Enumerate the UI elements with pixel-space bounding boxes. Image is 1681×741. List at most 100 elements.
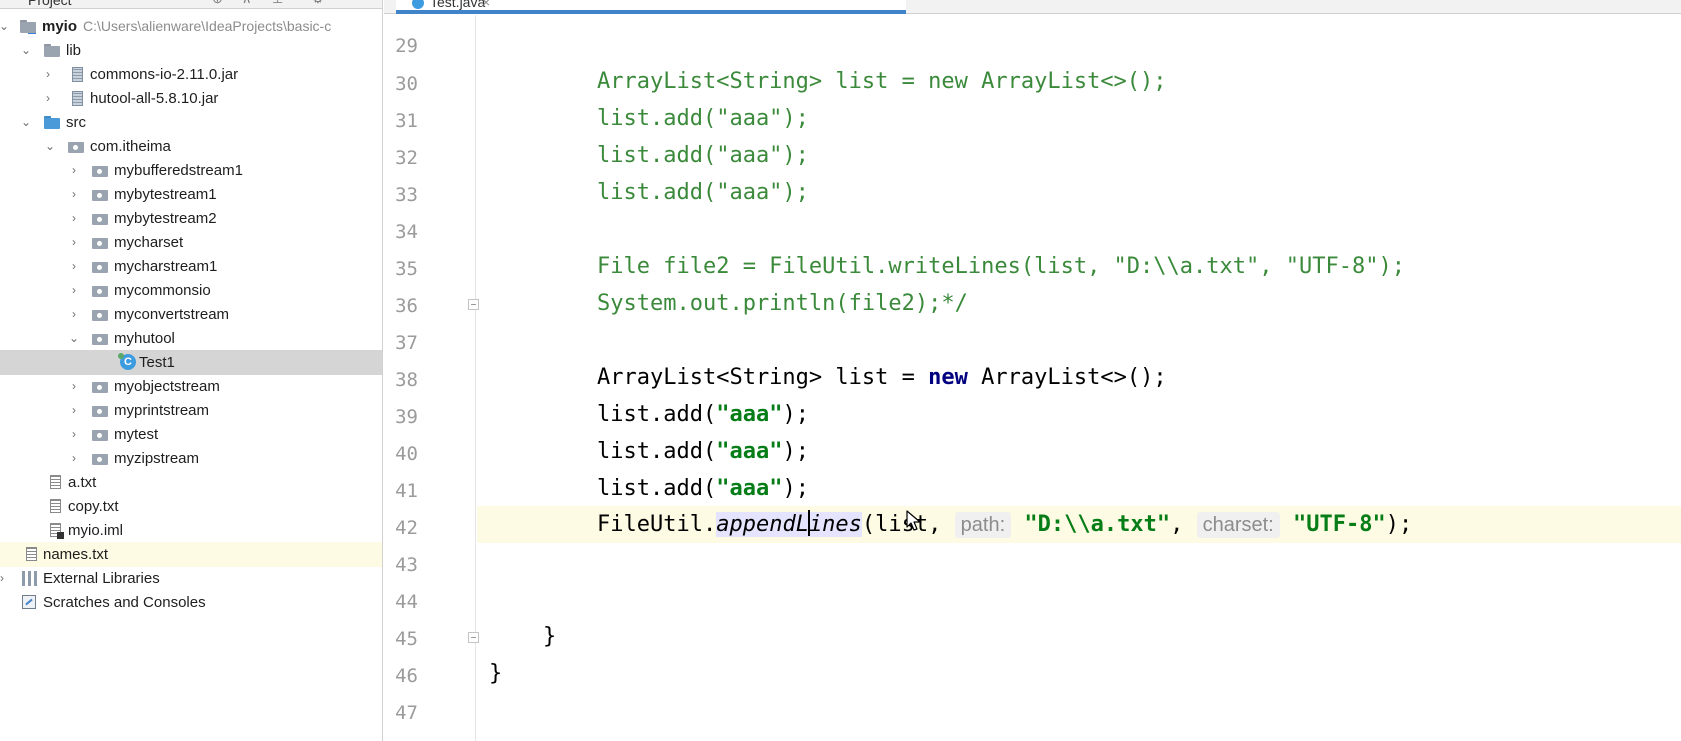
chevron-right-icon[interactable]: › <box>66 158 82 183</box>
code-line-38[interactable]: ArrayList<String> list = new ArrayList<>… <box>597 364 1167 392</box>
tree-item-names-txt[interactable]: names.txt <box>0 542 382 567</box>
tree-item-scratches[interactable]: Scratches and Consoles <box>0 590 382 615</box>
fold-marker-icon[interactable] <box>468 632 479 643</box>
tree-item-mycharset[interactable]: › mycharset <box>0 230 382 255</box>
chevron-right-icon[interactable]: › <box>66 278 82 303</box>
editor-gutter[interactable]: 29 30 31 32 33 34 35 36 37 38 39 40 41 4… <box>384 15 479 741</box>
code-line-33[interactable]: list.add("aaa"); <box>597 179 809 207</box>
tree-item-src[interactable]: ⌄ src <box>0 110 382 135</box>
tree-item-test1[interactable]: C Test1 <box>0 350 382 375</box>
line-number: 37 <box>395 332 418 354</box>
tree-item-label: mytest <box>114 426 159 443</box>
project-panel-title[interactable]: Project <box>28 0 72 8</box>
tree-item-label: a.txt <box>68 474 97 491</box>
code-line-40[interactable]: list.add("aaa"); <box>597 438 809 466</box>
fold-marker-icon[interactable] <box>468 299 479 310</box>
chevron-down-icon[interactable]: ⌄ <box>0 14 12 39</box>
tree-item-myio[interactable]: ⌄ myio C:\Users\alienware\IdeaProjects\ba… <box>0 14 382 39</box>
gear-icon[interactable]: ⚙ <box>312 0 324 7</box>
tree-item-label: hutool-all-5.8.10.jar <box>90 90 219 107</box>
code-line-36[interactable]: System.out.println(file2);*/ <box>597 290 968 318</box>
tree-item-label: myprintstream <box>114 402 210 419</box>
code-line-32[interactable]: list.add("aaa"); <box>597 142 809 170</box>
tree-item-commons-io-jar[interactable]: › commons-io-2.11.0.jar <box>0 62 382 87</box>
tree-item-mytest[interactable]: › mytest <box>0 422 382 447</box>
string-token: "UTF-8" <box>1292 512 1386 537</box>
module-path: C:\Users\alienware\IdeaProjects\basic-c <box>83 18 332 34</box>
scratches-icon <box>22 595 36 609</box>
code-line-45[interactable]: } <box>543 623 556 651</box>
code-line-39[interactable]: list.add("aaa"); <box>597 401 809 429</box>
tree-item-mycommonsio[interactable]: › mycommonsio <box>0 278 382 303</box>
chevron-right-icon[interactable]: › <box>66 446 82 471</box>
tree-item-label: myio.iml <box>68 522 123 539</box>
expand-icon[interactable]: ⊥ <box>272 0 283 7</box>
chevron-right-icon[interactable]: › <box>66 206 82 231</box>
code-token: list.add( <box>597 439 717 464</box>
code-token: ); <box>782 439 809 464</box>
java-class-icon: C <box>118 353 136 370</box>
folder-icon <box>44 43 60 58</box>
line-number: 31 <box>395 110 418 132</box>
tree-item-mybufferedstream1[interactable]: › mybufferedstream1 <box>0 158 382 183</box>
package-icon <box>92 235 108 250</box>
code-token: ); <box>782 402 809 427</box>
package-icon <box>92 331 108 346</box>
locate-icon[interactable]: ⊕ <box>212 0 223 7</box>
tree-item-myhutool[interactable]: ⌄ myhutool <box>0 326 382 351</box>
tree-item-mycharstream1[interactable]: › mycharstream1 <box>0 254 382 279</box>
chevron-down-icon[interactable]: ⌄ <box>66 326 82 351</box>
code-line-30[interactable]: ArrayList<String> list = new ArrayList<>… <box>597 68 1167 96</box>
code-line-31[interactable]: list.add("aaa"); <box>597 105 809 133</box>
package-icon <box>92 427 108 442</box>
tree-item-hutool-jar[interactable]: › hutool-all-5.8.10.jar <box>0 86 382 111</box>
chevron-right-icon[interactable]: › <box>66 374 82 399</box>
method-name-highlight: appendLines <box>716 510 862 537</box>
code-token: , <box>1170 512 1197 537</box>
tree-item-myio-iml[interactable]: myio.iml <box>0 518 382 543</box>
chevron-right-icon[interactable]: › <box>66 398 82 423</box>
text-file-icon <box>50 499 61 513</box>
collapse-all-icon[interactable]: ⊼ <box>242 0 252 7</box>
tree-item-mybytestream1[interactable]: › mybytestream1 <box>0 182 382 207</box>
tab-test-java[interactable]: Test.java × <box>396 0 906 14</box>
tree-item-a-txt[interactable]: a.txt <box>0 470 382 495</box>
source-folder-icon <box>44 115 60 130</box>
tree-item-mybytestream2[interactable]: › mybytestream2 <box>0 206 382 231</box>
jar-icon <box>72 67 83 82</box>
chevron-right-icon[interactable]: › <box>66 182 82 207</box>
tree-item-lib[interactable]: ⌄ lib <box>0 38 382 63</box>
string-token: "aaa" <box>716 439 783 464</box>
chevron-right-icon[interactable]: › <box>0 566 10 591</box>
code-line-41[interactable]: list.add("aaa"); <box>597 475 809 503</box>
close-icon[interactable]: × <box>482 0 490 10</box>
tree-item-myzipstream[interactable]: › myzipstream <box>0 446 382 471</box>
chevron-right-icon[interactable]: › <box>66 254 82 279</box>
chevron-right-icon[interactable]: › <box>40 62 56 87</box>
line-number: 29 <box>395 35 418 57</box>
tree-item-label: Test1 <box>139 354 175 371</box>
tree-item-com-itheima[interactable]: ⌄ com.itheima <box>0 134 382 159</box>
code-line-35[interactable]: File file2 = FileUtil.writeLines(list, "… <box>597 253 1405 281</box>
code-token: ArrayList<String> list = <box>597 365 929 390</box>
chevron-down-icon[interactable]: ⌄ <box>42 134 58 159</box>
line-number: 39 <box>395 406 418 428</box>
chevron-right-icon[interactable]: › <box>66 302 82 327</box>
tree-item-myconvertstream[interactable]: › myconvertstream <box>0 302 382 327</box>
line-number: 47 <box>395 702 418 724</box>
chevron-right-icon[interactable]: › <box>40 86 56 111</box>
keyword-token: new <box>928 365 968 390</box>
tree-item-myobjectstream[interactable]: › myobjectstream <box>0 374 382 399</box>
package-icon <box>68 139 84 154</box>
code-line-42[interactable]: FileUtil.appendLines(list, path: "D:\\a.… <box>597 510 1412 539</box>
tree-item-myprintstream[interactable]: › myprintstream <box>0 398 382 423</box>
chevron-down-icon[interactable]: ⌄ <box>18 38 34 63</box>
chevron-down-icon[interactable]: ⌄ <box>18 110 34 135</box>
tree-item-copy-txt[interactable]: copy.txt <box>0 494 382 519</box>
chevron-right-icon[interactable]: › <box>66 422 82 447</box>
chevron-right-icon[interactable]: › <box>66 230 82 255</box>
code-line-46[interactable]: } <box>489 660 502 688</box>
package-icon <box>92 163 108 178</box>
tree-item-label: myhutool <box>114 330 175 347</box>
tree-item-external-libraries[interactable]: › External Libraries <box>0 566 382 591</box>
